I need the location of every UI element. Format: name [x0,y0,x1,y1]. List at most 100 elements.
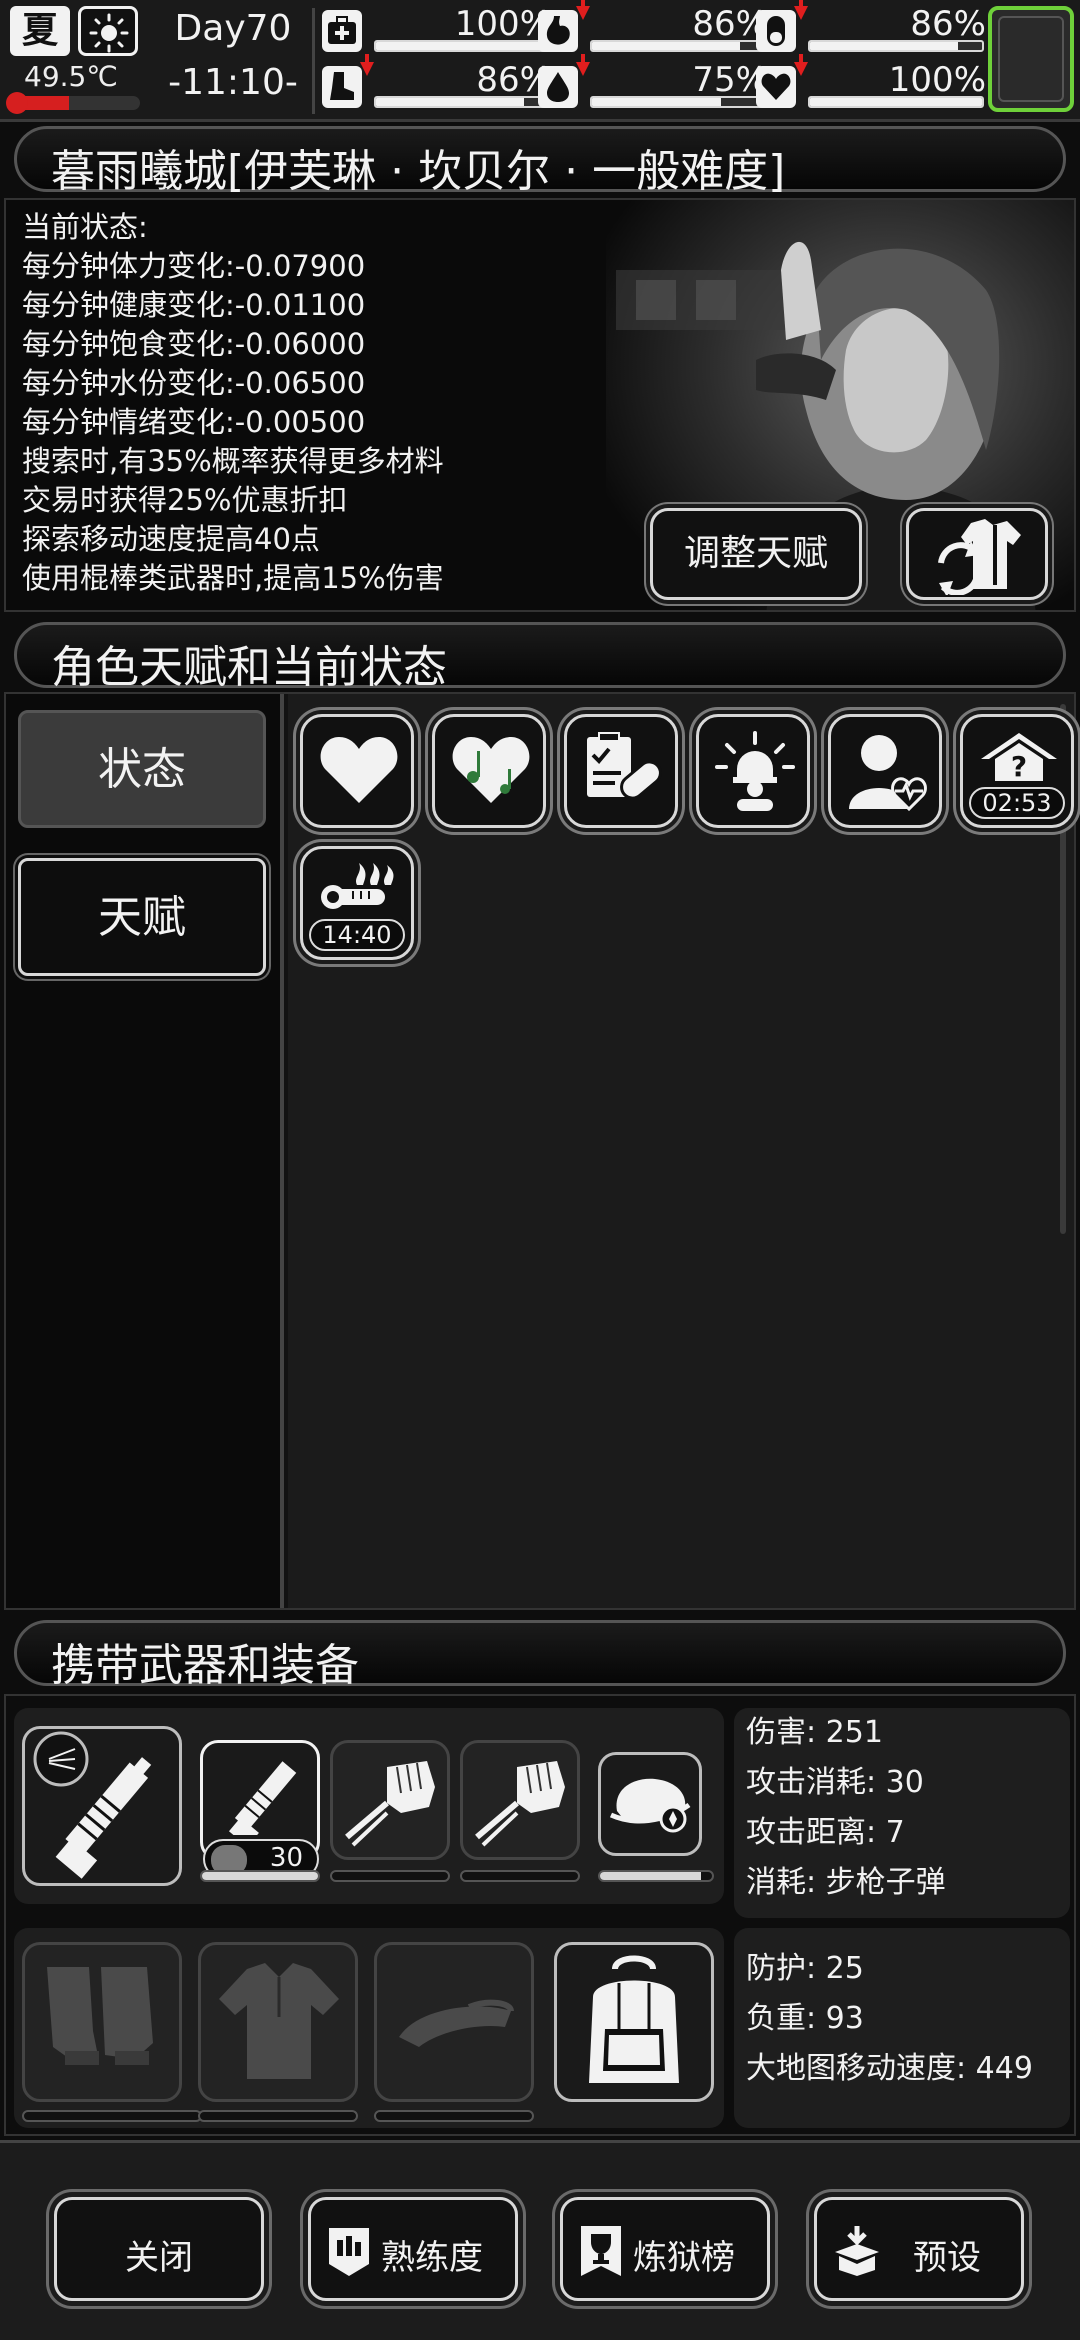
talent-area: 状态 天赋 ? 02:53 14:40 [4,692,1076,1610]
adjust-talent-button[interactable]: 调整天赋 [650,508,862,600]
status-effects-list: 当前状态: 每分钟体力变化:-0.07900 每分钟健康变化:-0.01100 … [22,208,444,598]
temperature-value: 49.5℃ [24,60,118,93]
gear-carry-weight: 负重: 93 [746,2001,864,2036]
visor-cap-icon [399,1999,514,2047]
stat-stamina[interactable]: 86% [322,54,552,112]
status-line: 每分钟情绪变化:-0.00500 [22,405,366,439]
ranking-button[interactable]: 炼狱榜 [560,2197,770,2301]
stat-water-bar [590,96,766,108]
character-title: 暮雨曦城[伊芙琳 · 坎贝尔 · 一般难度] [51,146,786,197]
talent-section-header: 角色天赋和当前状态 [14,622,1066,693]
weapon-slot-4[interactable] [460,1740,580,1860]
status-line: 当前状态: [22,210,148,244]
stat-water[interactable]: 75% [538,54,768,112]
character-portrait-slot[interactable] [988,6,1074,112]
stat-mood-value: 100% [888,60,986,100]
unknown-house-icon[interactable]: ? 02:53 [960,714,1074,828]
helmet-slot[interactable] [598,1752,702,1856]
house-status-timer: 02:53 [969,787,1065,819]
backpack-slot[interactable] [554,1942,714,2102]
main-weapon-slot[interactable] [22,1726,182,1886]
weapon-2-durability [200,1870,320,1882]
status-line: 每分钟体力变化:-0.07900 [22,249,366,283]
stat-hunger[interactable]: 86% [538,0,768,56]
helmet-icon [609,1778,691,1833]
status-line: 搜索时,有35%概率获得更多材料 [22,444,444,478]
stat-health-bar [374,40,550,52]
stat-medicine[interactable]: 86% [756,0,986,56]
cap-durability [374,2110,534,2122]
status-line: 每分钟健康变化:-0.01100 [22,288,366,322]
ammo-count: 30 [269,1843,303,1873]
day-counter: Day70 [174,8,292,49]
fist-icon [475,1761,565,1847]
status-hud: 夏 49.5℃ Day70 -11:10- 100% 86% 86% 86% 7… [0,0,1080,122]
season-badge: 夏 [10,6,70,56]
music-heart-icon[interactable] [432,714,546,828]
game-clock: -11:10- [168,62,298,103]
hot-thermometer-icon[interactable]: 14:40 [300,846,414,960]
close-button[interactable]: 关闭 [54,2197,264,2301]
tab-talent[interactable]: 天赋 [18,858,266,976]
temperature-gauge: 49.5℃ [6,58,140,114]
stat-hunger-down-arrow-icon [576,0,590,20]
weapon-stats-box: 伤害: 251 攻击消耗: 30 攻击距离: 7 消耗: 步枪子弹 [734,1708,1070,1918]
change-outfit-button[interactable] [906,508,1048,600]
stat-medicine-down-arrow-icon [794,0,808,20]
talent-tabs: 状态 天赋 [6,694,284,1608]
shirt-slot[interactable] [198,1942,358,2102]
gloves-slot[interactable] [22,1942,182,2102]
status-line: 每分钟水份变化:-0.06500 [22,366,366,400]
boot-icon [322,66,362,108]
tab-status[interactable]: 状态 [18,710,266,828]
bottom-action-bar: 关闭 熟练度 炼狱榜 预设 [0,2140,1080,2340]
stat-hunger-fill [592,42,740,50]
hud-divider [312,8,315,114]
weapon-slot-2[interactable]: 30 [200,1740,320,1879]
helmet-durability [598,1870,714,1882]
alarm-person-icon[interactable] [696,714,810,828]
weapon-attack-range: 攻击距离: 7 [746,1815,905,1850]
temperature-bar [10,96,140,110]
stat-water-down-arrow-icon [576,54,590,76]
stat-health-fill [376,42,548,50]
character-title-bar: 暮雨曦城[伊芙琳 · 坎贝尔 · 一般难度] [14,126,1066,197]
stat-mood[interactable]: 100% [756,54,986,112]
gloves-durability [22,2110,202,2122]
weapon-slot-3[interactable] [330,1740,450,1860]
person-heartbeat-icon[interactable] [828,714,942,828]
weapon-ammo-type: 消耗: 步枪子弹 [746,1865,946,1900]
shirt-durability [198,2110,358,2122]
stat-health[interactable]: 100% [322,4,552,56]
stat-water-fill [592,98,721,106]
weapon-attack-cost: 攻击消耗: 30 [746,1765,924,1800]
weapon-2-durability-fill [202,1872,318,1880]
stat-mood-down-arrow-icon [794,54,808,76]
heart-status-icon[interactable] [300,714,414,828]
gear-stats-box: 防护: 25 负重: 93 大地图移动速度: 449 [734,1928,1070,2128]
proficiency-button[interactable]: 熟练度 [308,2197,518,2301]
minigun-icon [33,1731,152,1879]
preset-box-icon [835,2226,879,2276]
equipment-section-header: 携带武器和装备 [14,1620,1066,1691]
talent-section-title: 角色天赋和当前状态 [51,642,447,693]
fist-icon [345,1761,435,1847]
weapon-damage: 伤害: 251 [746,1715,883,1750]
cap-slot[interactable] [374,1942,534,2102]
pill-icon [756,10,796,52]
close-button-label: 关闭 [125,2238,193,2278]
shirt-icon [219,1963,339,2079]
svg-text:?: ? [1011,750,1027,783]
preset-button[interactable]: 预设 [814,2197,1024,2301]
stat-mood-fill [810,98,982,106]
stat-stamina-fill [376,98,524,106]
medkit-icon [322,10,362,52]
clipboard-bandage-icon[interactable] [564,714,678,828]
gear-map-speed: 大地图移动速度: 449 [746,2051,1033,2086]
heart-icon [756,66,796,108]
sun-icon [78,6,138,56]
weapon-slots: 30 [14,1708,724,1904]
change-outfit-icon [938,519,1021,595]
backpack-icon [589,1955,679,2083]
stomach-icon [538,10,578,52]
